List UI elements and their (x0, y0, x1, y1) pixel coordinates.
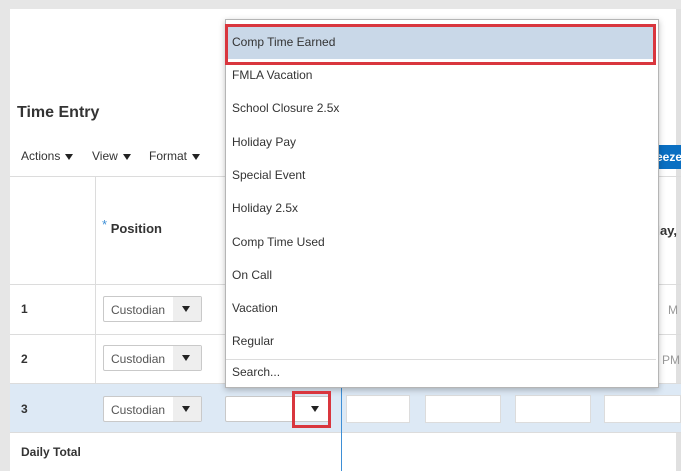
chevron-down-icon (182, 306, 190, 312)
time-input[interactable] (346, 395, 410, 423)
dropdown-option[interactable]: Comp Time Used (226, 226, 656, 259)
view-menu-label: View (92, 149, 118, 163)
highlight-box (292, 391, 331, 428)
required-marker: * (102, 217, 108, 232)
view-menu[interactable]: View (92, 149, 131, 163)
chevron-down-icon (65, 153, 74, 160)
dropdown-option[interactable]: Holiday 2.5x (226, 192, 656, 225)
select-dropdown-button[interactable] (173, 297, 201, 321)
highlight-box (225, 24, 656, 65)
dropdown-option[interactable]: Holiday Pay (226, 126, 656, 159)
time-cell-value: M (668, 303, 678, 317)
chevron-down-icon (122, 153, 131, 160)
format-menu[interactable]: Format (149, 149, 201, 163)
time-input[interactable] (515, 395, 591, 423)
chevron-down-icon (192, 153, 201, 160)
page-title: Time Entry (17, 104, 100, 121)
position-select[interactable]: Custodian (103, 296, 202, 322)
position-header-label: Position (110, 221, 162, 236)
actions-menu-label: Actions (21, 149, 61, 163)
chevron-down-icon (182, 355, 190, 361)
row-number: 1 (21, 302, 28, 316)
format-menu-label: Format (149, 149, 188, 163)
dropdown-search-link[interactable]: Search... (226, 359, 656, 386)
time-input[interactable] (425, 395, 501, 423)
daily-total-label: Daily Total (21, 445, 81, 459)
time-input[interactable] (604, 395, 681, 423)
dropdown-option[interactable]: Special Event (226, 159, 656, 192)
actions-menu[interactable]: Actions (21, 149, 74, 163)
grid-line (10, 432, 681, 433)
select-dropdown-button[interactable] (173, 397, 201, 421)
row-number: 2 (21, 352, 28, 366)
column-focus-line (341, 384, 342, 471)
dropdown-option[interactable]: Regular (226, 325, 656, 358)
position-select[interactable]: Custodian (103, 345, 202, 371)
position-select-value: Custodian (111, 403, 166, 417)
time-type-dropdown: Comp Time Earned FMLA Vacation School Cl… (225, 19, 659, 388)
dropdown-option[interactable]: Vacation (226, 292, 656, 325)
chevron-down-icon (182, 406, 190, 412)
position-select-value: Custodian (111, 303, 166, 317)
dropdown-option[interactable]: School Closure 2.5x (226, 92, 656, 125)
position-select[interactable]: Custodian (103, 396, 202, 422)
dropdown-option[interactable]: On Call (226, 259, 656, 292)
row-number: 3 (21, 402, 28, 416)
time-cell-value: PM (662, 353, 680, 367)
select-dropdown-button[interactable] (173, 346, 201, 370)
position-column-header: * Position (102, 217, 162, 236)
position-select-value: Custodian (111, 352, 166, 366)
